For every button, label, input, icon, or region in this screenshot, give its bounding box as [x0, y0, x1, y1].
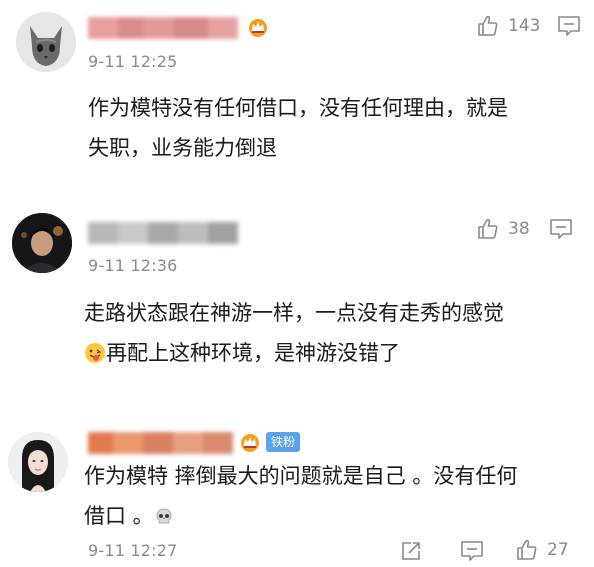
comment-item: 铁粉 作为模特 摔倒最大的问题就是自己 。没有任何 借口 。 9-11 12:2…	[0, 410, 594, 567]
avatar[interactable]	[16, 12, 76, 72]
comment-time: 9-11 12:27	[88, 541, 178, 560]
like-count: 143	[508, 16, 541, 36]
like-button[interactable]: 27	[515, 538, 569, 562]
like-button[interactable]: 143	[476, 14, 540, 38]
comment-text: 走路状态跟在神游一样，一点没有走秀的感觉 再配上这种环境，是神游没错了	[84, 293, 504, 377]
skull-emoji	[154, 500, 174, 540]
girl-avatar-icon	[8, 432, 68, 492]
like-count: 38	[508, 219, 530, 239]
fan-level-badge: 铁粉	[266, 432, 301, 452]
tongue-out-face-emoji	[84, 337, 106, 377]
comment-icon	[550, 219, 572, 239]
like-count: 27	[547, 540, 569, 560]
username-blurred[interactable]	[88, 222, 238, 244]
comment-item: 9-11 12:25 143 作为模特没有任何借口，没有任何理由，就是 失职，业…	[0, 0, 594, 190]
comment-text-line: 再配上这种环境，是神游没错了	[84, 333, 504, 377]
comment-text: 作为模特 摔倒最大的问题就是自己 。没有任何 借口 。	[84, 456, 517, 540]
crown-badge-icon	[247, 17, 269, 37]
comment-text-line: 作为模特 摔倒最大的问题就是自己 。没有任何	[84, 464, 518, 488]
comment-text-line: 借口 。	[84, 496, 517, 540]
comment-text: 作为模特没有任何借口，没有任何理由，就是 失职，业务能力倒退	[88, 88, 508, 168]
comment-item: 9-11 12:36 38 走路状态跟在神游一样，一点没有走秀的感觉 再配上这种…	[0, 190, 594, 410]
like-button[interactable]: 38	[476, 217, 530, 241]
comment-text-line: 走路状态跟在神游一样，一点没有走秀的感觉	[84, 301, 504, 325]
thumbs-up-icon	[478, 218, 498, 239]
thumbs-up-icon	[517, 539, 537, 560]
comment-text-segment: 借口 。	[84, 504, 154, 528]
reply-button[interactable]	[549, 218, 573, 240]
username-blurred[interactable]	[88, 432, 233, 454]
cat-avatar-icon	[16, 12, 76, 72]
comment-icon	[558, 16, 580, 36]
reply-button[interactable]	[460, 540, 484, 562]
person-avatar-icon	[12, 213, 72, 273]
avatar[interactable]	[12, 213, 72, 273]
reply-button[interactable]	[557, 15, 581, 37]
crown-badge-icon	[239, 432, 261, 452]
comment-time: 9-11 12:25	[88, 52, 178, 71]
comment-text-line: 失职，业务能力倒退	[88, 136, 277, 160]
share-icon	[402, 542, 420, 560]
avatar[interactable]	[8, 432, 68, 492]
comment-time: 9-11 12:36	[88, 256, 178, 275]
comment-text-line: 作为模特没有任何借口，没有任何理由，就是	[88, 96, 508, 120]
comment-icon	[461, 541, 483, 561]
username-blurred[interactable]	[88, 17, 238, 39]
comment-text-segment: 再配上这种环境，是神游没错了	[106, 341, 400, 365]
share-button[interactable]	[400, 540, 422, 562]
thumbs-up-icon	[478, 15, 498, 36]
